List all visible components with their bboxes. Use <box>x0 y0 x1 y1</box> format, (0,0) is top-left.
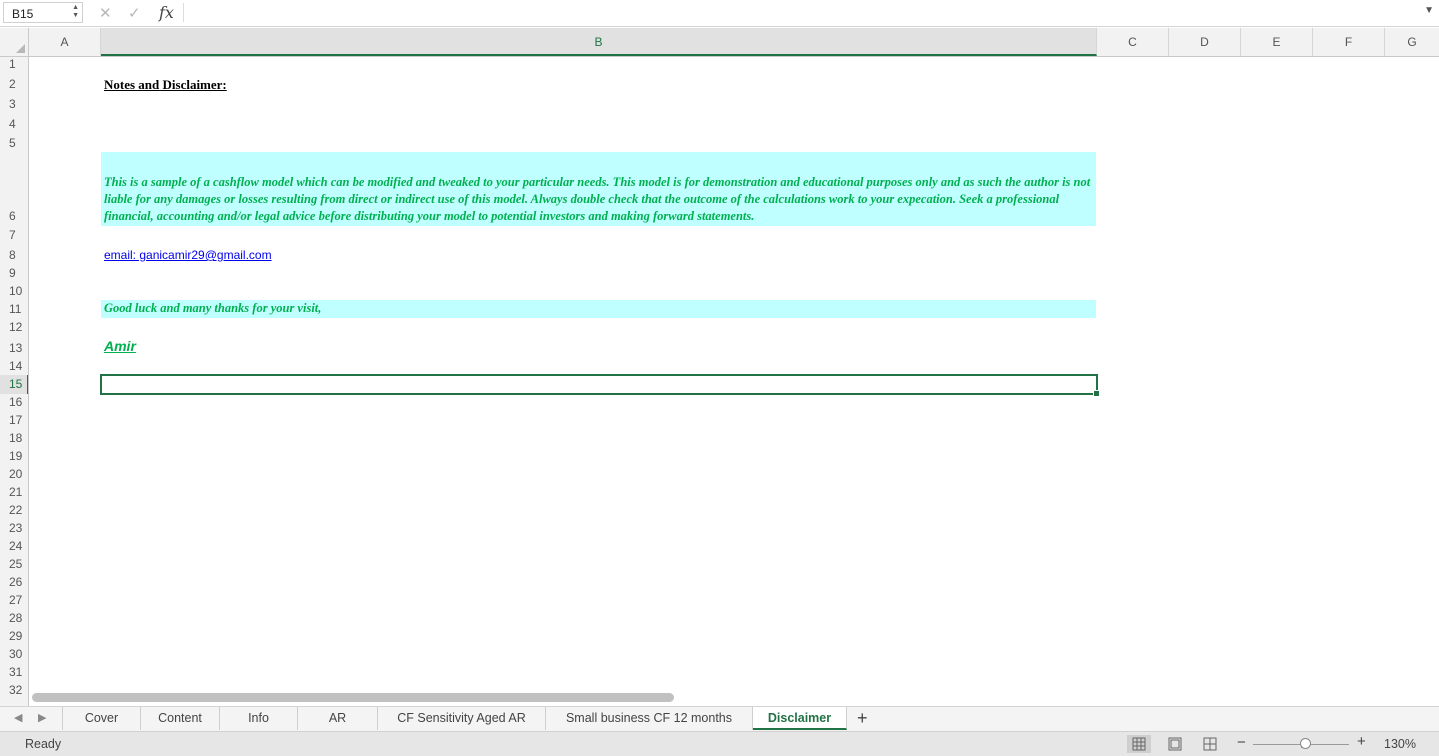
next-sheet-icon[interactable]: ▶ <box>38 711 46 724</box>
row-header[interactable]: 32 <box>0 683 28 697</box>
email-link[interactable]: email: ganicamir29@gmail.com <box>104 248 272 262</box>
disclaimer-text: This is a sample of a cashflow model whi… <box>104 175 1091 223</box>
zoom-in-icon[interactable]: + <box>1357 733 1366 750</box>
select-all-button[interactable] <box>0 28 29 56</box>
thanks-text: Good luck and many thanks for your visit… <box>104 301 322 315</box>
row-header[interactable]: 13 <box>0 341 28 355</box>
sheet-tab-bar: ◀ ▶ Cover Content Info AR CF Sensitivity… <box>0 706 1439 731</box>
row-headers: 1 2 3 4 5 6 7 8 9 10 11 12 13 14 15 16 1… <box>0 57 29 706</box>
formula-bar: B15 ▲ ▼ ✕ ✓ fx ▼ <box>0 0 1439 27</box>
signature[interactable]: Amir <box>104 338 136 354</box>
normal-view-icon <box>1132 737 1146 751</box>
page-break-button[interactable] <box>1198 735 1222 753</box>
row-header[interactable]: 16 <box>0 395 28 409</box>
sheet-tab-disclaimer[interactable]: Disclaimer <box>753 707 847 730</box>
row-header[interactable]: 6 <box>0 209 28 223</box>
horizontal-scrollbar[interactable] <box>32 693 674 702</box>
column-header-b[interactable]: B <box>101 28 1097 56</box>
column-headers: A B C D E F G <box>0 28 1439 57</box>
fill-handle[interactable] <box>1093 390 1100 397</box>
row-header[interactable]: 8 <box>0 248 28 262</box>
row-header[interactable]: 17 <box>0 413 28 427</box>
sheet-tab-cf-sensitivity[interactable]: CF Sensitivity Aged AR <box>378 707 546 730</box>
name-box-spinner-icon[interactable]: ▲ ▼ <box>72 4 79 20</box>
page-break-icon <box>1203 737 1217 751</box>
sheet-tab-cover[interactable]: Cover <box>62 707 141 730</box>
row-header[interactable]: 28 <box>0 611 28 625</box>
cancel-icon[interactable]: ✕ <box>99 4 112 22</box>
row-header[interactable]: 18 <box>0 431 28 445</box>
row-header[interactable]: 27 <box>0 593 28 607</box>
row-header[interactable]: 12 <box>0 320 28 334</box>
column-header-c[interactable]: C <box>1097 28 1169 56</box>
row-header[interactable]: 25 <box>0 557 28 571</box>
name-box[interactable]: B15 ▲ ▼ <box>3 2 83 23</box>
zoom-slider-handle[interactable] <box>1300 738 1311 749</box>
row-header[interactable]: 26 <box>0 575 28 589</box>
add-sheet-icon[interactable]: + <box>857 708 868 729</box>
page-layout-icon <box>1168 737 1182 751</box>
prev-sheet-icon[interactable]: ◀ <box>14 711 22 724</box>
sheet-tab-content[interactable]: Content <box>141 707 220 730</box>
row-header[interactable]: 21 <box>0 485 28 499</box>
row-header[interactable]: 23 <box>0 521 28 535</box>
row-header[interactable]: 22 <box>0 503 28 517</box>
row-header[interactable]: 30 <box>0 647 28 661</box>
row-header[interactable]: 3 <box>0 97 28 111</box>
row-header[interactable]: 9 <box>0 266 28 280</box>
row-header[interactable]: 29 <box>0 629 28 643</box>
sheet-tab-info[interactable]: Info <box>220 707 298 730</box>
row-header[interactable]: 24 <box>0 539 28 553</box>
zoom-out-icon[interactable]: − <box>1237 734 1246 751</box>
row-header[interactable]: 4 <box>0 117 28 131</box>
formula-input[interactable] <box>190 2 1410 23</box>
insert-function-button[interactable]: fx <box>159 3 174 22</box>
column-header-e[interactable]: E <box>1241 28 1313 56</box>
row-header[interactable]: 31 <box>0 665 28 679</box>
row-header[interactable]: 19 <box>0 449 28 463</box>
sheet-tab-ar[interactable]: AR <box>298 707 378 730</box>
row-header[interactable]: 2 <box>0 77 28 91</box>
status-bar: Ready − + 130% <box>0 731 1439 756</box>
column-header-g[interactable]: G <box>1385 28 1439 56</box>
column-header-d[interactable]: D <box>1169 28 1241 56</box>
row-header[interactable]: 1 <box>0 57 28 71</box>
zoom-level[interactable]: 130% <box>1384 737 1416 751</box>
active-cell-b15[interactable] <box>100 374 1100 397</box>
formula-separator <box>183 3 184 22</box>
row-header[interactable]: 20 <box>0 467 28 481</box>
column-header-a[interactable]: A <box>29 28 101 56</box>
row-header[interactable]: 5 <box>0 136 28 150</box>
normal-view-button[interactable] <box>1127 735 1151 753</box>
row-header[interactable]: 10 <box>0 284 28 298</box>
expand-formula-bar-icon[interactable]: ▼ <box>1424 5 1434 16</box>
column-header-f[interactable]: F <box>1313 28 1385 56</box>
page-layout-button[interactable] <box>1163 735 1187 753</box>
name-box-value[interactable]: B15 <box>12 7 33 21</box>
sheet-tab-small-business[interactable]: Small business CF 12 months <box>546 707 753 730</box>
sheet-title[interactable]: Notes and Disclaimer: <box>104 77 227 93</box>
row-header[interactable]: 7 <box>0 228 28 242</box>
status-ready: Ready <box>25 737 62 751</box>
row-header-selected[interactable]: 15 <box>0 375 28 394</box>
row-header[interactable]: 14 <box>0 359 28 373</box>
enter-icon[interactable]: ✓ <box>128 4 141 22</box>
row-header[interactable]: 11 <box>0 302 28 316</box>
